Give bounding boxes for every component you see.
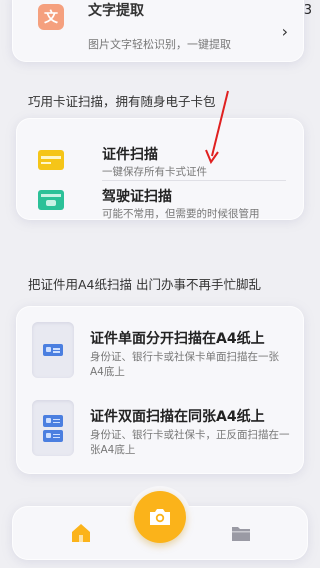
a4-double-side-item[interactable]: 证件双面扫描在同张A4纸上 身份证、银行卡或社保卡，正反面扫描在一张A4底上 — [16, 400, 304, 466]
id-scan-subtitle: 一键保存所有卡式证件 — [102, 166, 207, 178]
driver-license-scan-item[interactable]: 驾驶证扫描 可能不常用，但需要的时候很管用 — [16, 189, 304, 236]
divider — [102, 180, 286, 181]
id-card-back-icon — [43, 429, 63, 442]
text-extract-icon: 文 — [38, 4, 64, 30]
a4-double-title: 证件双面扫描在同张A4纸上 — [90, 409, 265, 425]
a4-single-title: 证件单面分开扫描在A4纸上 — [90, 331, 265, 347]
id-card-front-icon — [43, 414, 63, 427]
a4-double-thumbnail — [32, 400, 74, 456]
id-scan-item[interactable]: 证件扫描 一键保存所有卡式证件 — [16, 140, 304, 184]
camera-button[interactable] — [134, 491, 186, 543]
home-icon[interactable] — [70, 522, 92, 544]
driver-license-icon — [38, 190, 64, 210]
folder-icon[interactable] — [230, 522, 252, 544]
card-scan-card: 证件扫描 一键保存所有卡式证件 驾驶证扫描 可能不常用，但需要的时候很管用 — [16, 118, 304, 220]
a4-section-title: 把证件用A4纸扫描 出门办事不再手忙脚乱 — [28, 277, 261, 292]
driver-license-scan-title: 驾驶证扫描 — [102, 189, 172, 205]
text-extract-subtitle: 图片文字轻松识别，一键提取 — [88, 38, 231, 51]
a4-double-subtitle: 身份证、银行卡或社保卡，正反面扫描在一张A4底上 — [90, 429, 290, 456]
a4-single-thumbnail — [32, 322, 74, 378]
id-card-icon — [43, 344, 63, 356]
a4-single-side-item[interactable]: 证件单面分开扫描在A4纸上 身份证、银行卡或社保卡单面扫描在一张A4底上 — [16, 322, 304, 388]
camera-icon — [150, 509, 170, 525]
a4-scan-card: 证件单面分开扫描在A4纸上 身份证、银行卡或社保卡单面扫描在一张A4底上 证件双… — [16, 306, 304, 474]
id-card-icon — [38, 150, 64, 170]
id-scan-title: 证件扫描 — [102, 147, 158, 163]
driver-license-scan-subtitle: 可能不常用，但需要的时候很管用 — [102, 208, 260, 220]
card-scan-section-title: 巧用卡证扫描，拥有随身电子卡包 — [28, 94, 216, 109]
text-extract-card[interactable]: 文 文字提取 图片文字轻松识别，一键提取 › — [12, 0, 304, 62]
chevron-right-icon: › — [281, 22, 288, 41]
text-extract-title: 文字提取 — [88, 3, 144, 19]
a4-single-subtitle: 身份证、银行卡或社保卡单面扫描在一张A4底上 — [90, 351, 279, 378]
